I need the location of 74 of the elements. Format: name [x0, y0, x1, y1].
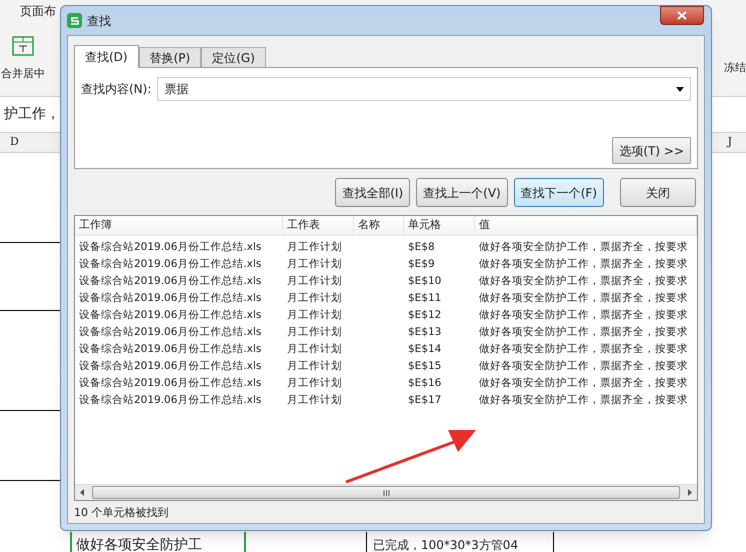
table-cell: 月工作计划 — [287, 360, 342, 372]
table-cell: 做好各项安全防护工作，票据齐全，按要求 — [479, 274, 688, 287]
table-cell: 已完成，100*30*3方管04 — [366, 532, 554, 552]
dialog-button[interactable]: 查找下一个(F) — [514, 178, 604, 207]
table-cell: 月工作计划 — [287, 376, 342, 389]
column-header[interactable]: 名称 — [354, 216, 404, 235]
merge-cells-icon[interactable] — [12, 36, 34, 56]
table-cell: $E$17 — [408, 394, 442, 406]
table-cell: 设备综合站2019.06月份工作总结.xls — [79, 376, 262, 389]
scroll-right-icon[interactable] — [688, 489, 692, 496]
column-header[interactable]: 工作簿 — [75, 216, 283, 235]
table-cell: $E$12 — [408, 308, 442, 321]
table-cell: 做好各项安全防护工作，票据齐全，按要求 — [479, 342, 688, 355]
close-button[interactable] — [660, 6, 704, 25]
tab[interactable]: 定位(G) — [201, 47, 266, 67]
tab[interactable]: 查找(D) — [74, 45, 139, 68]
column-header: J — [728, 134, 733, 150]
app-logo-icon — [67, 13, 82, 28]
table-cell: 做好各项安全防护工作，票据齐全，按要求 — [479, 292, 688, 304]
find-combobox[interactable]: 票据 — [157, 77, 691, 101]
table-cell: $E$14 — [408, 342, 442, 355]
options-button[interactable]: 选项(T) >> — [612, 137, 691, 164]
dialog-button[interactable]: 查找全部(I) — [335, 178, 410, 207]
status-text: 10 个单元格被找到 — [74, 505, 170, 521]
horizontal-scrollbar[interactable] — [75, 484, 697, 500]
table-cell: 设备综合站2019.06月份工作总结.xls — [79, 360, 262, 372]
table-cell: $E$16 — [408, 376, 442, 389]
scrollbar-thumb[interactable] — [92, 486, 680, 499]
table-cell: 月工作计划 — [287, 326, 342, 338]
table-cell: 设备综合站2019.06月份工作总结.xls — [79, 394, 262, 406]
table-cell: 设备综合站2019.06月份工作总结.xls — [79, 308, 262, 321]
table-cell: 做好各项安全防护工作，票据齐全，按要求 — [479, 376, 688, 389]
table-cell: 月工作计划 — [287, 342, 342, 355]
table-cell: 月工作计划 — [287, 394, 342, 406]
dialog-button[interactable]: 关闭 — [620, 178, 696, 207]
table-cell: $E$8 — [408, 240, 435, 253]
table-cell: $E$9 — [408, 258, 435, 270]
table-cell: 做好各项安全防护工作，票据齐全，按要求 — [479, 258, 688, 270]
freeze-label[interactable]: 冻结 — [724, 60, 746, 76]
table-cell: $E$15 — [408, 360, 442, 372]
table-cell: 做好各项安全防护工作，票据齐全，按要求 — [479, 360, 688, 372]
table-cell: $E$13 — [408, 326, 442, 338]
table-cell: 月工作计划 — [287, 292, 342, 304]
table-cell: $E$11 — [408, 292, 442, 304]
column-header[interactable]: 值 — [475, 216, 697, 235]
menu-tab[interactable]: 页面布 — [20, 2, 56, 20]
table-cell: 设备综合站2019.06月份工作总结.xls — [79, 292, 262, 304]
table-cell: 设备综合站2019.06月份工作总结.xls — [79, 240, 262, 253]
table-cell: 设备综合站2019.06月份工作总结.xls — [79, 274, 262, 287]
table-cell: 月工作计划 — [287, 240, 342, 253]
column-header[interactable]: 工作表 — [283, 216, 354, 235]
table-cell: 设备综合站2019.06月份工作总结.xls — [79, 326, 262, 338]
tab[interactable]: 替换(P) — [138, 47, 202, 67]
column-header: D — [9, 134, 19, 150]
table-cell: 做好各项安全防护工作，票据齐全，按要求 — [479, 240, 688, 253]
merge-center-label[interactable]: 合并居中 — [1, 66, 45, 82]
dropdown-caret-icon — [676, 86, 684, 92]
find-label: 查找内容(N): — [81, 81, 152, 98]
table-cell: 做好各项安全防护工作，票据齐全，按要求 — [479, 326, 688, 338]
scroll-left-icon[interactable] — [80, 489, 84, 496]
table-cell: 做好各项安全防护工作，票据齐全，按要求 — [479, 308, 688, 321]
grip-icon — [382, 490, 390, 496]
table-cell: 月工作计划 — [287, 308, 342, 321]
table-cell: 月工作计划 — [287, 258, 342, 270]
formula-text: 护工作， — [3, 105, 60, 124]
column-header[interactable]: 单元格 — [404, 216, 475, 235]
close-icon — [677, 11, 687, 20]
table-cell: 设备综合站2019.06月份工作总结.xls — [79, 342, 262, 355]
table-cell: 做好各项安全防护工作，票据齐全，按要求 — [479, 394, 688, 406]
table-cell: 月工作计划 — [287, 274, 342, 287]
table-cell: $E$10 — [408, 274, 442, 287]
dialog-button[interactable]: 查找上一个(V) — [416, 178, 508, 207]
table-cell: 设备综合站2019.06月份工作总结.xls — [79, 258, 262, 270]
window-title: 查找 — [87, 12, 111, 30]
